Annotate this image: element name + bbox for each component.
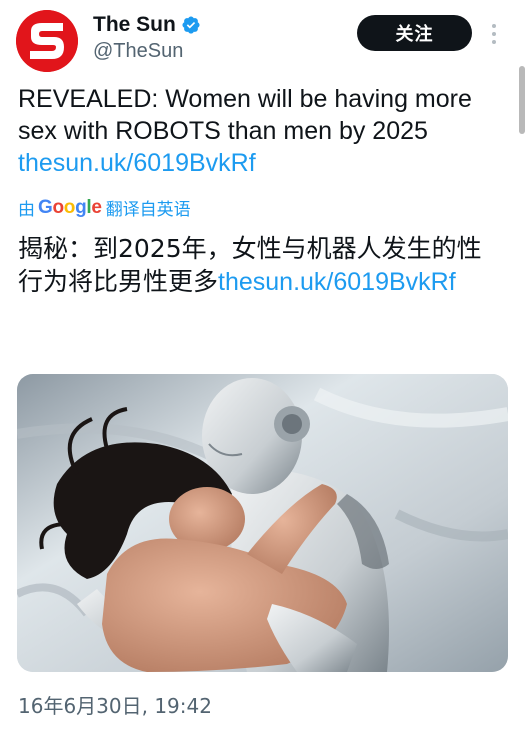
verified-badge-icon — [182, 16, 200, 34]
author-name-row[interactable]: The Sun — [93, 13, 201, 37]
tweet-text: REVEALED: Women will be having more sex … — [18, 83, 508, 179]
follow-button[interactable]: 关注 — [357, 15, 472, 51]
display-name[interactable]: The Sun — [93, 13, 176, 37]
tweet-body: REVEALED: Women will be having more sex … — [18, 85, 472, 145]
translated-link[interactable]: thesun.uk/6019BvkRf — [218, 268, 456, 296]
translate-prefix: 由 — [18, 200, 35, 220]
tweet-timestamp[interactable]: 16年6月30日, 19:42 — [18, 694, 212, 718]
more-options-icon[interactable] — [487, 22, 501, 46]
tweet-link[interactable]: thesun.uk/6019BvkRf — [18, 149, 256, 177]
the-sun-logo-icon — [16, 10, 78, 72]
translated-text: 揭秘：到2025年，女性与机器人发生的性行为将比男性更多thesun.uk/60… — [18, 232, 488, 299]
google-logo-icon: Google — [38, 196, 102, 218]
scrollbar[interactable] — [519, 66, 525, 134]
handle[interactable]: @TheSun — [93, 39, 183, 63]
photo-image — [17, 374, 508, 672]
tweet-photo[interactable] — [17, 374, 508, 672]
translate-suffix: 翻译自英语 — [105, 200, 191, 220]
avatar[interactable] — [16, 10, 78, 72]
translation-attribution[interactable]: 由 Google 翻译自英语 — [18, 195, 191, 221]
